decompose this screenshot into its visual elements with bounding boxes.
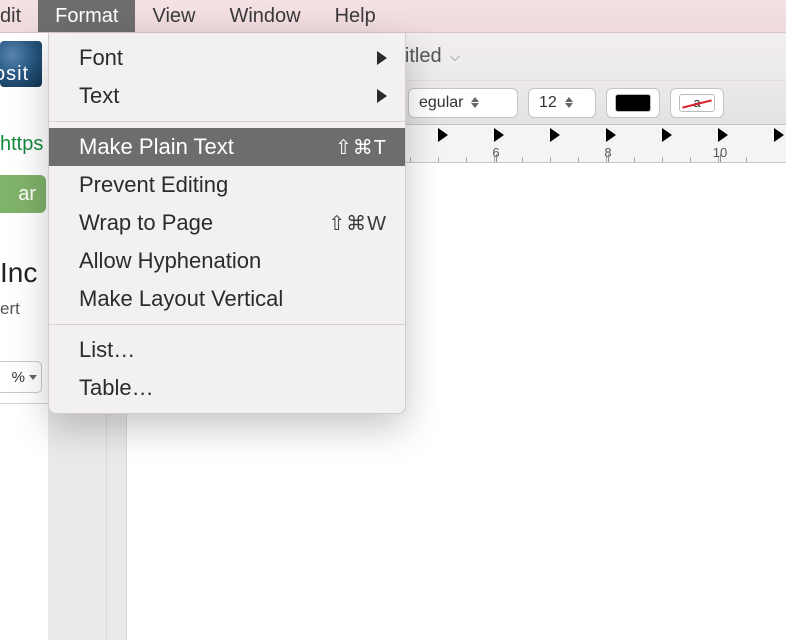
menuitem-label: List… <box>79 337 135 363</box>
menuitem-allow-hyphenation[interactable]: Allow Hyphenation <box>49 242 405 280</box>
menu-label: Format <box>55 5 118 28</box>
stepper-icon <box>565 97 573 108</box>
chevron-down-icon: ⌵ <box>450 48 461 65</box>
color-swatch-black <box>615 94 651 112</box>
menu-separator <box>49 121 405 122</box>
ruler-tick-minor <box>522 157 523 162</box>
zoom-dropdown[interactable]: % <box>0 361 42 393</box>
menu-edit-partial[interactable]: dit <box>0 0 38 32</box>
menuitem-label: Make Plain Text <box>79 134 234 160</box>
tab-stop-icon[interactable] <box>774 128 784 142</box>
menuitem-prevent-editing[interactable]: Prevent Editing <box>49 166 405 204</box>
menuitem-label: Font <box>79 45 123 71</box>
https-label: https <box>0 133 43 156</box>
ruler-tick-minor <box>438 157 439 162</box>
thumbnail: osit <box>0 41 42 87</box>
ruler-tick-minor <box>662 157 663 162</box>
menuitem-label: Text <box>79 83 119 109</box>
ar-text: ar <box>18 183 36 206</box>
ruler-tick-minor <box>578 157 579 162</box>
ruler-tick-minor <box>466 157 467 162</box>
menu-window[interactable]: Window <box>212 0 317 32</box>
tab-stop-icon[interactable] <box>550 128 560 142</box>
ruler-tick-minor <box>550 157 551 162</box>
ruler-tick-minor <box>606 157 607 162</box>
submenu-arrow-icon <box>377 51 387 65</box>
menuitem-font[interactable]: Font <box>49 39 405 77</box>
menu-format[interactable]: Format <box>38 0 135 32</box>
menuitem-table[interactable]: Table… <box>49 369 405 407</box>
menu-label: dit <box>0 5 21 28</box>
menuitem-wrap-to-page[interactable]: Wrap to Page ⇧⌘W <box>49 204 405 242</box>
tab-stop-icon[interactable] <box>662 128 672 142</box>
ert-text: ert <box>0 299 20 319</box>
tab-stop-icon[interactable] <box>438 128 448 142</box>
osit-text: osit <box>0 63 29 86</box>
ruler-tick <box>720 154 721 162</box>
no-highlight-swatch: a <box>679 94 715 112</box>
format-dropdown: Font Text Make Plain Text ⇧⌘T Prevent Ed… <box>48 33 406 414</box>
menuitem-make-layout-vertical[interactable]: Make Layout Vertical <box>49 280 405 318</box>
menuitem-label: Allow Hyphenation <box>79 248 261 274</box>
inc-text: Inc <box>0 257 37 289</box>
font-size-value: 12 <box>539 94 557 112</box>
ruler-tick-minor <box>690 157 691 162</box>
stepper-icon <box>471 97 479 108</box>
menu-help[interactable]: Help <box>318 0 393 32</box>
font-style-value: egular <box>419 94 463 112</box>
ruler-tick-minor <box>718 157 719 162</box>
menuitem-text[interactable]: Text <box>49 77 405 115</box>
highlight-color-button[interactable]: a <box>670 88 724 118</box>
submenu-arrow-icon <box>377 89 387 103</box>
menubar: dit Format View Window Help <box>0 0 786 33</box>
menuitem-label: Wrap to Page <box>79 210 213 236</box>
menu-view[interactable]: View <box>135 0 212 32</box>
menu-label: View <box>152 5 195 28</box>
shortcut-label: ⇧⌘W <box>328 211 387 236</box>
tab-stop-icon[interactable] <box>606 128 616 142</box>
tab-stop-icon[interactable] <box>494 128 504 142</box>
tab-stop-icon[interactable] <box>718 128 728 142</box>
menuitem-label: Prevent Editing <box>79 172 228 198</box>
menuitem-label: Make Layout Vertical <box>79 286 283 312</box>
menuitem-list[interactable]: List… <box>49 331 405 369</box>
menuitem-label: Table… <box>79 375 154 401</box>
divider <box>0 403 48 404</box>
shortcut-label: ⇧⌘T <box>335 135 387 160</box>
swatch-letter: a <box>693 95 700 110</box>
ruler-tick <box>608 154 609 162</box>
menuitem-make-plain-text[interactable]: Make Plain Text ⇧⌘T <box>49 128 405 166</box>
menu-separator <box>49 324 405 325</box>
left-strip: osit https ar Inc ert % <box>0 33 48 640</box>
ar-chip[interactable]: ar <box>0 175 46 213</box>
ruler-tick <box>496 154 497 162</box>
ruler-tick-minor <box>410 157 411 162</box>
text-color-button[interactable] <box>606 88 660 118</box>
font-size-picker[interactable]: 12 <box>528 88 596 118</box>
zoom-value: % <box>12 369 25 386</box>
ruler-tick-minor <box>634 157 635 162</box>
menu-label: Window <box>229 5 300 28</box>
menu-label: Help <box>335 5 376 28</box>
ruler-tick-minor <box>494 157 495 162</box>
ruler-tick-minor <box>746 157 747 162</box>
font-style-picker[interactable]: egular <box>408 88 518 118</box>
